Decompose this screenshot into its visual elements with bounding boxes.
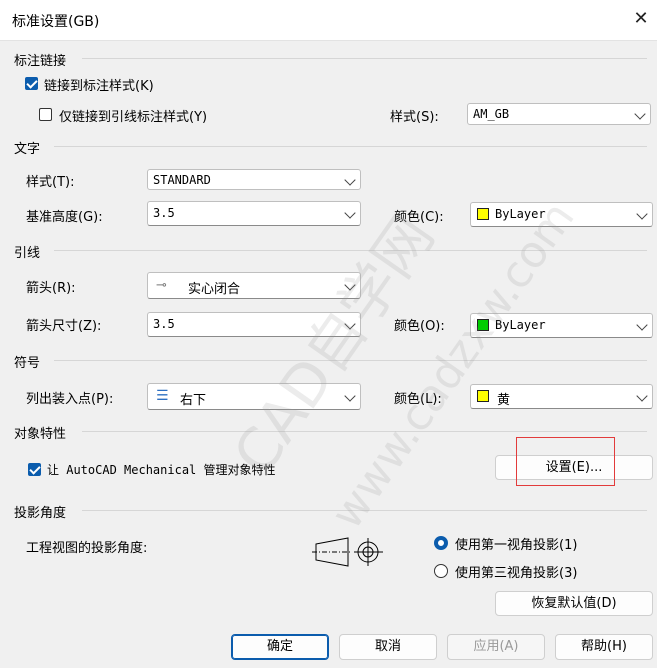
third-angle-label: 使用第三视角投影(3) [455, 566, 578, 581]
leader-only-label: 仅链接到引线标注样式(Y) [59, 110, 208, 125]
ok-button[interactable]: 确定 [231, 634, 329, 660]
divider [82, 510, 647, 511]
first-angle-label: 使用第一视角投影(1) [455, 538, 578, 553]
insert-point-label: 列出装入点(P): [26, 392, 114, 407]
text-style-value: STANDARD [153, 173, 211, 187]
text-color-label: 颜色(C): [394, 210, 444, 225]
divider [54, 360, 647, 361]
arrow-value: 实心闭合 [188, 282, 241, 297]
chevron-down-icon [344, 279, 356, 291]
projection-angle-label: 工程视图的投影角度: [26, 541, 148, 556]
section-dim-link: 标注链接 [14, 54, 67, 69]
link-style-label: 链接到标注样式(K) [44, 79, 154, 94]
chevron-down-icon [344, 174, 356, 186]
chevron-down-icon [344, 207, 356, 219]
watermark-logo: CAD自学网 [219, 202, 448, 487]
dim-style-label: 样式(S): [390, 110, 439, 125]
section-projection: 投影角度 [14, 506, 67, 521]
text-style-select[interactable]: STANDARD [147, 169, 361, 190]
insert-point-select[interactable]: ☰ 右下 [147, 383, 361, 410]
window-title: 标准设置(GB) [12, 14, 100, 30]
help-button[interactable]: 帮助(H) [555, 634, 653, 660]
text-height-value: 3.5 [153, 206, 175, 220]
divider [82, 431, 647, 432]
close-icon[interactable]: ✕ [630, 8, 652, 30]
cancel-button[interactable]: 取消 [339, 634, 437, 660]
text-height-label: 基准高度(G): [26, 210, 103, 225]
leader-color-select[interactable]: ByLayer [470, 313, 653, 338]
leader-color-label: 颜色(O): [394, 319, 445, 334]
first-angle-radio[interactable] [434, 536, 448, 550]
manage-props-label: 让 AutoCAD Mechanical 管理对象特性 [47, 461, 276, 478]
chevron-down-icon [636, 390, 648, 402]
symbol-color-value: 黄 [497, 393, 511, 408]
restore-defaults-button[interactable]: 恢复默认值(D) [495, 591, 653, 616]
dim-style-select[interactable]: AM_GB [467, 103, 651, 125]
chevron-down-icon [344, 390, 356, 402]
arrow-select[interactable]: ⊸ 实心闭合 [147, 272, 361, 299]
third-angle-radio[interactable] [434, 564, 448, 578]
dim-style-value: AM_GB [473, 107, 510, 121]
leader-color-value: ByLayer [495, 318, 546, 332]
arrow-size-combo[interactable]: 3.5 [147, 312, 361, 337]
text-color-value: ByLayer [495, 207, 546, 221]
section-leader: 引线 [14, 246, 41, 261]
section-symbol: 符号 [14, 356, 41, 371]
leader-only-checkbox[interactable] [39, 108, 52, 121]
divider [54, 146, 647, 147]
arrow-size-label: 箭头尺寸(Z): [26, 319, 102, 334]
yellow-swatch-icon [477, 390, 489, 402]
arrow-size-value: 3.5 [153, 317, 175, 331]
text-height-combo[interactable]: 3.5 [147, 201, 361, 226]
yellow-swatch-icon [477, 208, 489, 220]
symbol-color-label: 颜色(L): [394, 392, 442, 407]
divider [82, 58, 647, 59]
watermark-url: www.cadzxw.com [321, 192, 585, 539]
manage-props-checkbox[interactable] [28, 463, 41, 476]
list-align-icon: ☰ [156, 388, 169, 404]
manage-props-text: 让 AutoCAD Mechanical 管理对象特性 [47, 463, 276, 477]
text-color-select[interactable]: ByLayer [470, 202, 653, 227]
chevron-down-icon [636, 208, 648, 220]
highlight-box [516, 437, 615, 486]
text-style-label: 样式(T): [26, 175, 75, 190]
arrow-closed-icon: ⊸ [156, 278, 167, 293]
link-style-checkbox[interactable] [25, 77, 38, 90]
arrow-label: 箭头(R): [26, 281, 76, 296]
divider [54, 250, 647, 251]
apply-button[interactable]: 应用(A) [447, 634, 545, 660]
symbol-color-select[interactable]: 黄 [470, 384, 653, 409]
section-text: 文字 [14, 142, 41, 157]
chevron-down-icon [634, 108, 646, 120]
chevron-down-icon [636, 319, 648, 331]
section-object-props: 对象特性 [14, 427, 67, 442]
green-swatch-icon [477, 319, 489, 331]
chevron-down-icon [344, 318, 356, 330]
first-angle-projection-icon [312, 537, 383, 567]
insert-point-value: 右下 [180, 393, 207, 408]
